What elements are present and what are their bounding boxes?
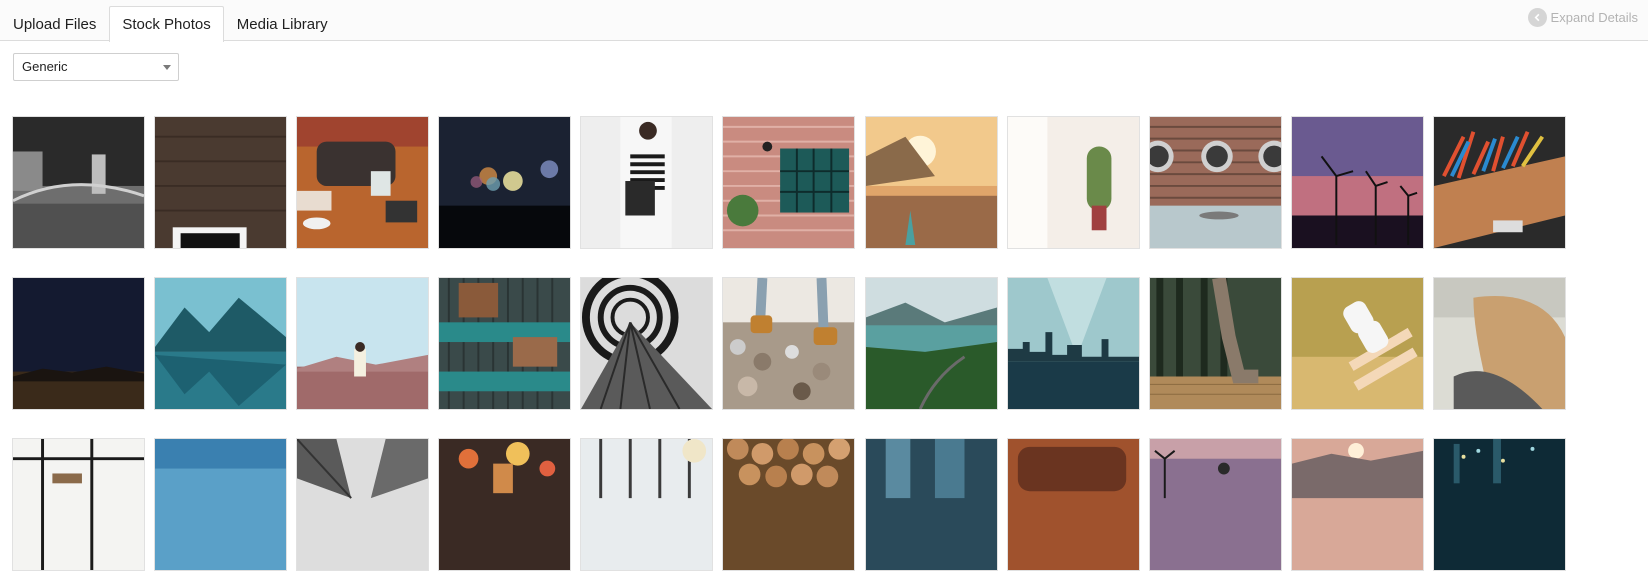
stock-photo-thumbnail[interactable]	[1291, 277, 1424, 410]
expand-details-label: Expand Details	[1550, 10, 1638, 25]
stock-photo-thumbnail[interactable]	[296, 277, 429, 410]
stock-photo-thumbnail[interactable]	[154, 277, 287, 410]
photo-image	[1292, 117, 1423, 248]
photo-image	[439, 439, 570, 570]
photo-image	[13, 117, 144, 248]
stock-photo-thumbnail[interactable]	[722, 277, 855, 410]
tab-media-library[interactable]: Media Library	[224, 6, 341, 41]
photo-image	[866, 117, 997, 248]
stock-photo-thumbnail[interactable]	[154, 116, 287, 249]
chevron-down-icon	[163, 65, 171, 70]
stock-photo-thumbnail[interactable]	[296, 438, 429, 571]
photo-image	[1434, 439, 1565, 570]
photo-image	[1292, 439, 1423, 570]
stock-photo-thumbnail[interactable]	[12, 116, 145, 249]
tab-bar: Upload Files Stock Photos Media Library	[0, 6, 341, 42]
photo-image	[297, 439, 428, 570]
photo-image	[1434, 278, 1565, 409]
stock-photo-thumbnail[interactable]	[1007, 438, 1140, 571]
stock-photo-thumbnail[interactable]	[1007, 116, 1140, 249]
tab-stock-photos[interactable]: Stock Photos	[109, 6, 224, 42]
chevron-left-icon	[1527, 8, 1547, 27]
stock-photo-thumbnail[interactable]	[1433, 438, 1566, 571]
stock-photo-thumbnail[interactable]	[865, 438, 998, 571]
photo-image	[439, 278, 570, 409]
photo-image	[581, 439, 712, 570]
photo-image	[581, 117, 712, 248]
stock-photo-thumbnail[interactable]	[1007, 277, 1140, 410]
photo-image	[866, 278, 997, 409]
photo-image	[1292, 278, 1423, 409]
stock-photo-thumbnail[interactable]	[580, 116, 713, 249]
stock-photo-thumbnail[interactable]	[12, 438, 145, 571]
photo-image	[439, 117, 570, 248]
photo-image	[1150, 117, 1281, 248]
stock-photo-thumbnail[interactable]	[1149, 438, 1282, 571]
photo-image	[723, 439, 854, 570]
photo-image	[155, 117, 286, 248]
stock-photo-thumbnail[interactable]	[154, 438, 287, 571]
stock-photo-thumbnail[interactable]	[12, 277, 145, 410]
photo-image	[297, 117, 428, 248]
photo-image	[723, 117, 854, 248]
stock-photo-thumbnail[interactable]	[1149, 277, 1282, 410]
stock-photo-thumbnail[interactable]	[438, 438, 571, 571]
stock-photo-thumbnail[interactable]	[865, 277, 998, 410]
stock-photo-thumbnail[interactable]	[438, 277, 571, 410]
stock-photo-thumbnail[interactable]	[438, 116, 571, 249]
photo-image	[155, 439, 286, 570]
photo-image	[1150, 278, 1281, 409]
stock-photo-thumbnail[interactable]	[1149, 116, 1282, 249]
stock-photo-thumbnail[interactable]	[580, 438, 713, 571]
stock-photo-thumbnail[interactable]	[722, 116, 855, 249]
stock-photo-thumbnail[interactable]	[580, 277, 713, 410]
photo-image	[13, 439, 144, 570]
photo-image	[581, 278, 712, 409]
photo-image	[1150, 439, 1281, 570]
stock-photo-thumbnail[interactable]	[1291, 116, 1424, 249]
stock-photo-thumbnail[interactable]	[1433, 277, 1566, 410]
category-select-value: Generic	[22, 59, 68, 74]
photo-image	[1008, 439, 1139, 570]
expand-details-button[interactable]: Expand Details	[1527, 8, 1638, 27]
top-bar: Upload Files Stock Photos Media Library …	[0, 0, 1648, 42]
photo-image	[1434, 117, 1565, 248]
stock-photo-thumbnail[interactable]	[296, 116, 429, 249]
stock-photo-thumbnail[interactable]	[1433, 116, 1566, 249]
photo-image	[1008, 278, 1139, 409]
tab-upload-files[interactable]: Upload Files	[0, 6, 109, 41]
photo-image	[155, 278, 286, 409]
photo-image	[866, 439, 997, 570]
photo-image	[1008, 117, 1139, 248]
stock-photo-thumbnail[interactable]	[1291, 438, 1424, 571]
stock-photo-thumbnail[interactable]	[865, 116, 998, 249]
stock-photo-thumbnail[interactable]	[722, 438, 855, 571]
category-select[interactable]: Generic	[13, 53, 179, 81]
photo-image	[13, 278, 144, 409]
photo-image	[723, 278, 854, 409]
photo-image	[297, 278, 428, 409]
